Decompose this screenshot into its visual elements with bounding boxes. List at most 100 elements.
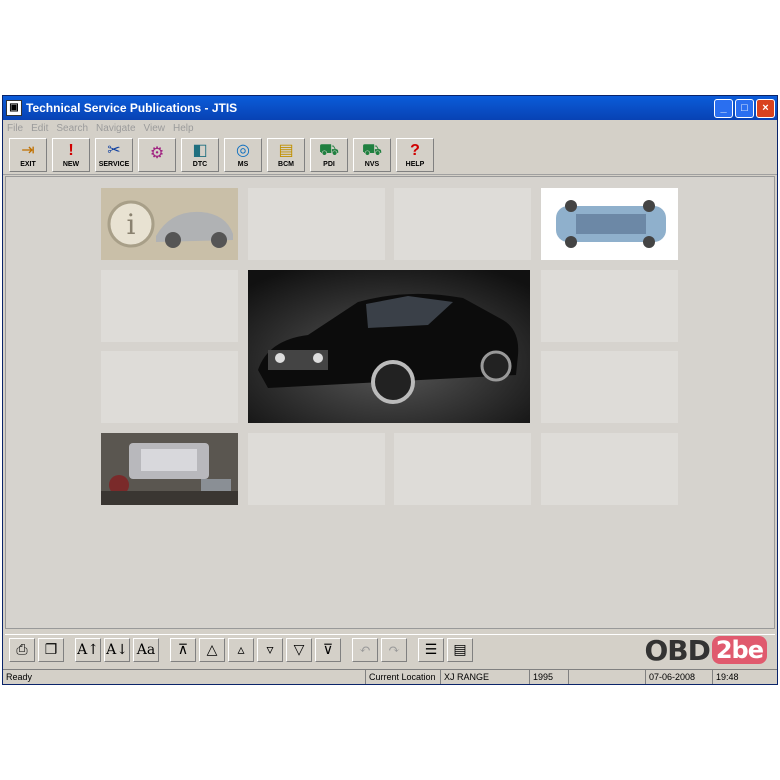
window-title: Technical Service Publications - JTIS <box>26 101 238 115</box>
menu-edit[interactable]: Edit <box>31 123 48 134</box>
forward-button[interactable]: ↷ <box>381 638 407 662</box>
first-page-button[interactable]: ⊼ <box>170 638 196 662</box>
main-toolbar: ⇥ EXIT ! NEW ✂ SERVICE ⚙ ◧ DTC ◎ MS ▤ BC… <box>3 136 777 175</box>
new-button[interactable]: ! NEW <box>52 138 90 172</box>
bcm-label: BCM <box>278 160 294 168</box>
title-bar[interactable]: ▣ Technical Service Publications - JTIS … <box>3 96 777 120</box>
new-icon: ! <box>68 141 74 159</box>
obd2be-watermark-logo: OBD 2be <box>644 633 767 667</box>
font-style-icon: Aa <box>136 642 156 658</box>
pdi-icon: ⛟ <box>318 141 340 159</box>
next-page-button[interactable]: ▽ <box>286 638 312 662</box>
dtc-icon: ◧ <box>192 141 208 159</box>
print-button[interactable]: ⎙ <box>9 638 35 662</box>
last-page-button[interactable]: ⊽ <box>315 638 341 662</box>
nvs-icon: ⛟ <box>361 141 383 159</box>
menu-file[interactable]: File <box>7 123 23 134</box>
help-icon: ? <box>410 141 420 159</box>
service-icon: ✂ <box>107 141 121 159</box>
empty-tile <box>101 270 238 342</box>
exit-button[interactable]: ⇥ EXIT <box>9 138 47 172</box>
app-window: ▣ Technical Service Publications - JTIS … <box>2 95 778 685</box>
engine-image[interactable] <box>101 433 238 505</box>
minimize-button[interactable]: _ <box>714 98 733 118</box>
menu-search[interactable]: Search <box>56 123 88 134</box>
font-style-button[interactable]: Aa <box>133 638 159 662</box>
logo-text: OBD <box>644 633 710 667</box>
empty-tile <box>541 433 678 505</box>
status-bar: Ready Current Location XJ RANGE 1995 07-… <box>3 669 777 684</box>
diagram-button[interactable]: ⚙ <box>138 138 176 172</box>
exit-icon: ⇥ <box>21 141 35 159</box>
navigation-toolbar: ⎙ ❐ A↑ A↓ Aa ⊼ △ ▵ ▿ ▽ ⊽ ↶ ↷ ☰ ▤ OBD 2be <box>5 633 775 667</box>
status-date: 07-06-2008 <box>646 670 713 684</box>
next-small-icon: ▿ <box>266 642 274 658</box>
help-label: HELP <box>405 160 425 168</box>
last-page-icon: ⊽ <box>322 642 334 658</box>
next-page-icon: ▽ <box>293 642 305 658</box>
diagram-icon: ⚙ <box>149 145 165 162</box>
maximize-button[interactable]: □ <box>735 98 754 118</box>
service-button[interactable]: ✂ SERVICE <box>95 138 133 172</box>
empty-tile <box>394 433 531 505</box>
status-year: 1995 <box>530 670 569 684</box>
exit-label: EXIT <box>20 160 36 168</box>
service-label: SERVICE <box>98 160 130 168</box>
ms-label: MS <box>237 160 249 168</box>
forward-icon: ↷ <box>388 642 400 658</box>
nvs-label: NVS <box>364 160 380 168</box>
printer-icon: ⎙ <box>16 642 28 658</box>
bcm-icon: ▤ <box>278 141 294 159</box>
content-area: i <box>5 176 775 629</box>
ms-icon: ◎ <box>236 141 250 159</box>
close-button[interactable]: × <box>756 98 775 118</box>
previous-page-button[interactable]: △ <box>199 638 225 662</box>
next-small-button[interactable]: ▿ <box>257 638 283 662</box>
nvs-button[interactable]: ⛟ NVS <box>353 138 391 172</box>
info-car-image[interactable]: i <box>101 188 238 260</box>
font-smaller-button[interactable]: A↓ <box>104 638 130 662</box>
status-location-value: XJ RANGE <box>441 670 530 684</box>
new-label: NEW <box>62 160 80 168</box>
empty-tile <box>101 351 238 423</box>
font-smaller-icon: A↓ <box>106 642 128 658</box>
font-larger-icon: A↑ <box>77 642 99 658</box>
pdi-label: PDI <box>323 160 335 168</box>
status-location-label: Current Location <box>366 670 441 684</box>
dtc-button[interactable]: ◧ DTC <box>181 138 219 172</box>
menu-bar: File Edit Search Navigate View Help <box>3 120 777 136</box>
menu-help[interactable]: Help <box>173 123 194 134</box>
empty-tile <box>248 433 385 505</box>
menu-navigate[interactable]: Navigate <box>96 123 135 134</box>
first-page-icon: ⊼ <box>177 642 189 658</box>
empty-tile <box>541 351 678 423</box>
menu-view[interactable]: View <box>144 123 166 134</box>
pdi-button[interactable]: ⛟ PDI <box>310 138 348 172</box>
empty-tile <box>394 188 531 260</box>
contents-button[interactable]: ☰ <box>418 638 444 662</box>
font-larger-button[interactable]: A↑ <box>75 638 101 662</box>
bcm-button[interactable]: ▤ BCM <box>267 138 305 172</box>
status-time: 19:48 <box>716 672 739 682</box>
svg-text:i: i <box>127 208 136 241</box>
logo-badge: 2be <box>711 636 767 664</box>
ms-button[interactable]: ◎ MS <box>224 138 262 172</box>
chassis-image[interactable] <box>541 188 678 260</box>
status-empty <box>569 670 646 684</box>
previous-page-icon: △ <box>206 642 218 658</box>
contents-icon: ☰ <box>424 642 438 658</box>
car-feature-image[interactable] <box>248 270 530 423</box>
copy-icon: ❐ <box>44 642 58 658</box>
empty-tile <box>248 188 385 260</box>
dtc-label: DTC <box>192 160 208 168</box>
jtis-app-icon[interactable]: ▣ <box>6 100 22 116</box>
empty-tile <box>541 270 678 342</box>
document-button[interactable]: ▤ <box>447 638 473 662</box>
copy-button[interactable]: ❐ <box>38 638 64 662</box>
back-icon: ↶ <box>359 642 371 658</box>
help-button[interactable]: ? HELP <box>396 138 434 172</box>
back-button[interactable]: ↶ <box>352 638 378 662</box>
document-icon: ▤ <box>453 642 467 658</box>
previous-small-icon: ▵ <box>237 642 245 658</box>
previous-small-button[interactable]: ▵ <box>228 638 254 662</box>
